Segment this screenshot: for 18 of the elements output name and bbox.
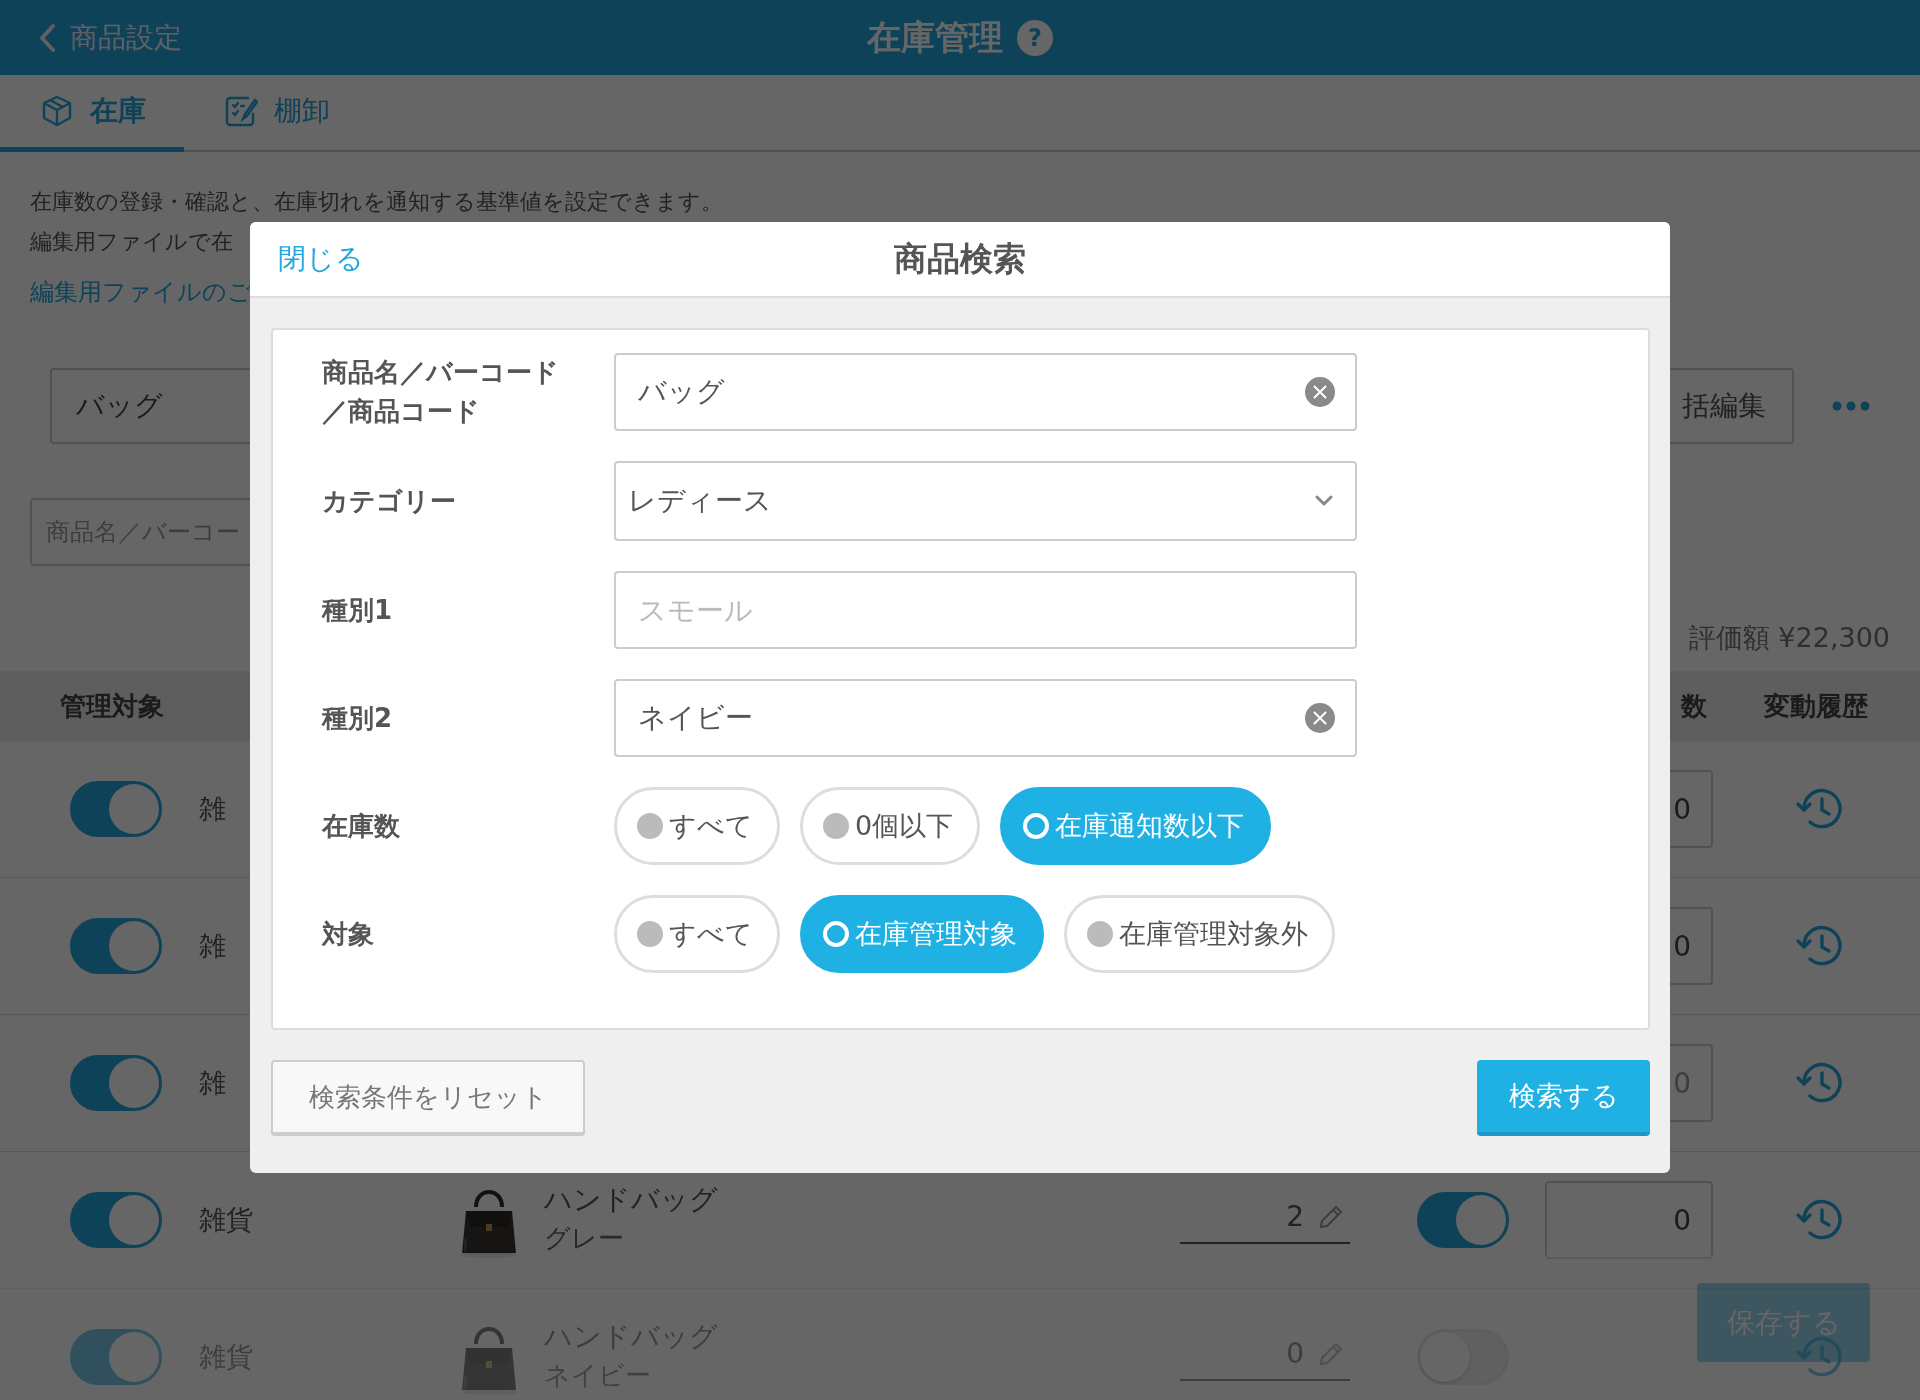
category-text: 雑: [199, 792, 226, 824]
column-header: 数: [1681, 689, 1707, 723]
variant-text: グレー: [544, 1221, 625, 1255]
category-text: 雑貨: [199, 1203, 253, 1235]
page-title: 在庫管理: [867, 16, 1003, 59]
field-label: 商品名／バーコード／商品コード: [322, 356, 560, 428]
product-name: ハンドバッグ: [544, 1182, 719, 1219]
dialog-title: 商品検索: [894, 238, 1026, 281]
field-label: 在庫数: [322, 809, 401, 843]
field-label: 種別1: [322, 593, 394, 627]
description-text: 編集用ファイルで在: [30, 228, 233, 256]
column-header: 管理対象: [60, 689, 164, 723]
field-label: 種別2: [322, 701, 394, 735]
field-label: 対象: [322, 917, 375, 951]
category-text: 雑: [199, 929, 226, 961]
column-header: 変動履歴: [1764, 689, 1868, 723]
description-text: 在庫数の登録・確認と、在庫切れを通知する基準値を設定できます。: [30, 188, 723, 216]
category-text: 雑: [199, 1066, 226, 1098]
